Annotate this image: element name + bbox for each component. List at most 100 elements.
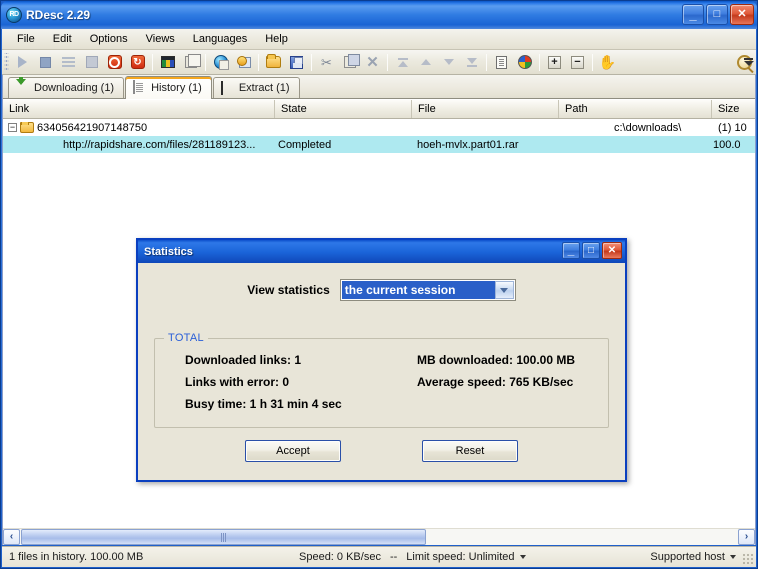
scroll-left-button[interactable]: ‹ — [3, 529, 20, 545]
properties-icon — [496, 55, 507, 69]
toolbar-separator — [486, 53, 487, 71]
toolbar-grip[interactable] — [4, 53, 9, 71]
stat-downloaded-links: Downloaded links: 1 — [185, 353, 302, 367]
horizontal-scrollbar[interactable]: ‹ › — [3, 528, 755, 545]
download-arrow-icon — [16, 79, 30, 97]
move-top-icon — [397, 57, 408, 67]
menubar: File Edit Options Views Languages Help — [2, 29, 756, 50]
column-header-link[interactable]: Link — [3, 100, 275, 118]
tab-downloading[interactable]: Downloading (1) — [8, 77, 125, 98]
toolbar-open-button[interactable] — [262, 52, 285, 73]
toolbar-hand-button[interactable]: ✋ — [596, 52, 619, 73]
status-history-info: 1 files in history. 100.00 MB — [9, 551, 144, 563]
row-group-size-cell: (1) 10 — [718, 121, 747, 134]
toolbar-cut-button[interactable]: ✂ — [315, 52, 338, 73]
close-icon: ✕ — [737, 8, 747, 20]
toolbar-start-button[interactable] — [11, 52, 34, 73]
toolbar-zoom-out-button[interactable]: − — [566, 52, 589, 73]
toolbar-extract-button[interactable] — [156, 52, 179, 73]
reset-button[interactable]: Reset — [422, 440, 518, 462]
resize-grip[interactable] — [742, 553, 754, 565]
dialog-title: Statistics — [144, 245, 193, 258]
toolbar-save-button[interactable] — [285, 52, 308, 73]
column-header-path[interactable]: Path — [559, 100, 712, 118]
statistics-grid: Downloaded links: 1 MB downloaded: 100.0… — [185, 353, 598, 411]
toolbar-copy-button[interactable] — [338, 52, 361, 73]
add-link-icon — [236, 56, 251, 68]
toolbar-move-up-button[interactable] — [414, 52, 437, 73]
status-supported-host-label: Supported host — [650, 551, 725, 563]
statistics-icon — [517, 55, 532, 69]
dialog-titlebar: Statistics _ □ ✕ — [138, 240, 625, 263]
toolbar-overflow-button[interactable] — [743, 53, 754, 71]
menu-languages[interactable]: Languages — [184, 31, 256, 47]
column-header-state[interactable]: State — [275, 100, 412, 118]
status-speed: Speed: 0 KB/sec — [299, 551, 381, 563]
status-separator: -- — [389, 551, 398, 563]
menu-options[interactable]: Options — [81, 31, 137, 47]
view-statistics-select[interactable]: the current session — [339, 279, 516, 301]
toolbar-delete-button[interactable] — [103, 52, 126, 73]
window-close-button[interactable]: ✕ — [730, 4, 754, 25]
status-supported-host[interactable]: Supported host — [643, 551, 756, 563]
move-down-icon — [443, 59, 454, 65]
maximize-icon: □ — [713, 8, 721, 20]
toolbar-statistics-button[interactable] — [513, 52, 536, 73]
client-area: Downloading (1) History (1) Extract (1) … — [2, 75, 756, 545]
toolbar-refresh-button[interactable]: ↻ — [126, 52, 149, 73]
zoom-in-icon: + — [548, 55, 561, 69]
dialog-maximize-button[interactable]: □ — [582, 242, 600, 259]
toolbar-zoom-in-button[interactable]: + — [543, 52, 566, 73]
dialog-close-button[interactable]: ✕ — [602, 242, 622, 259]
toolbar-copy-pages-button[interactable] — [179, 52, 202, 73]
window-maximize-button[interactable]: □ — [706, 4, 728, 25]
toolbar-stop-selected-button[interactable] — [80, 52, 103, 73]
menu-edit[interactable]: Edit — [44, 31, 81, 47]
menu-file[interactable]: File — [8, 31, 44, 47]
status-limit-speed[interactable]: Limit speed: Unlimited — [399, 551, 532, 563]
toolbar-properties-button[interactable] — [490, 52, 513, 73]
chevron-down-icon[interactable] — [730, 555, 736, 559]
toolbar-start-selected-button[interactable] — [57, 52, 80, 73]
toolbar-browser-button[interactable] — [209, 52, 232, 73]
stat-mb-downloaded: MB downloaded: 100.00 MB — [417, 353, 576, 367]
tab-extract[interactable]: Extract (1) — [212, 77, 300, 98]
chevron-down-icon[interactable] — [519, 555, 526, 559]
dialog-window-controls: _ □ ✕ — [562, 242, 622, 259]
history-list-icon — [133, 80, 147, 95]
toolbar-separator — [205, 53, 206, 71]
toolbar-add-link-button[interactable] — [232, 52, 255, 73]
hand-icon: ✋ — [598, 54, 617, 70]
dialog-body: View statistics the current session TOTA… — [138, 263, 625, 480]
copy-icon — [343, 54, 360, 68]
toolbar-move-bottom-button[interactable] — [460, 52, 483, 73]
dialog-minimize-button[interactable]: _ — [562, 242, 580, 259]
toolbar-separator — [152, 53, 153, 71]
toolbar-close-button[interactable]: ✕ — [361, 52, 384, 73]
toolbar-separator — [258, 53, 259, 71]
accept-button[interactable]: Accept — [245, 440, 341, 462]
table-row[interactable]: http://rapidshare.com/files/281189123...… — [3, 136, 755, 153]
column-header-file[interactable]: File — [412, 100, 559, 118]
toolbar-stop-button[interactable] — [34, 52, 57, 73]
menu-views[interactable]: Views — [137, 31, 184, 47]
application-window: RDesc 2.29 _ □ ✕ File Edit Options Views… — [0, 0, 758, 569]
scrollbar-track[interactable] — [20, 529, 738, 545]
tree-collapse-icon[interactable]: − — [8, 123, 17, 132]
window-minimize-button[interactable]: _ — [682, 4, 704, 25]
browser-icon — [213, 55, 229, 70]
status-limit-speed-label: Limit speed: Unlimited — [406, 551, 515, 563]
table-row[interactable]: − 634056421907148750 c:\downloads\ (1) 1… — [3, 119, 755, 136]
toolbar-move-top-button[interactable] — [391, 52, 414, 73]
scroll-right-button[interactable]: › — [738, 529, 755, 545]
window-titlebar: RDesc 2.29 _ □ ✕ — [1, 1, 757, 29]
toolbar-move-down-button[interactable] — [437, 52, 460, 73]
scrollbar-thumb[interactable] — [21, 529, 426, 545]
chevron-down-icon[interactable] — [494, 281, 514, 299]
row-item-state-cell: Completed — [278, 138, 332, 151]
menu-help[interactable]: Help — [256, 31, 297, 47]
column-header-size[interactable]: Size — [712, 100, 755, 118]
row-group-link-text: 634056421907148750 — [37, 121, 148, 134]
statistics-dialog: Statistics _ □ ✕ View statistics the cur… — [136, 238, 627, 482]
tab-history[interactable]: History (1) — [125, 76, 212, 99]
